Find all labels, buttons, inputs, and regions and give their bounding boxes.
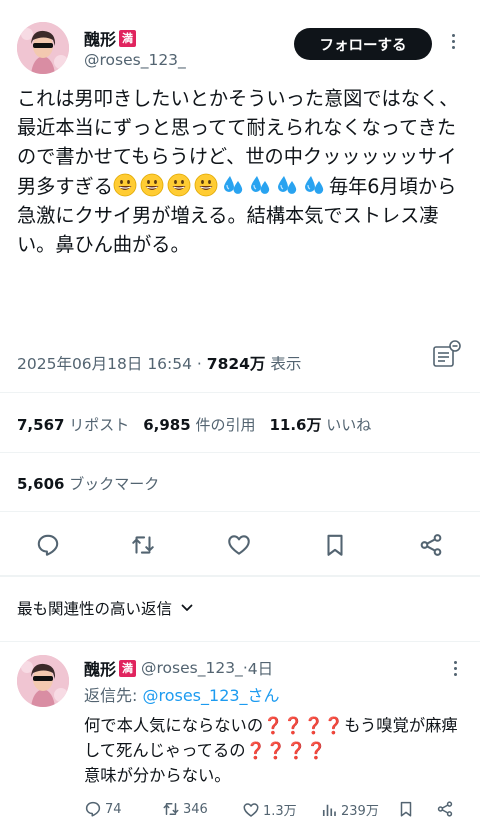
reply-to-label: 返信先: [84, 686, 143, 705]
tweet-meta: 2025年06月18日 16:54 · 7824万 表示 [17, 352, 301, 374]
reply-display-name: 醜形 [84, 660, 117, 679]
reply-like-count: 1.3万 [263, 804, 297, 819]
more-options-icon[interactable] [450, 34, 456, 49]
view-count-label: 表示 [265, 355, 302, 373]
reply-share-button[interactable] [436, 800, 454, 818]
reply-repost-count: 346 [183, 801, 208, 817]
reply-icon [37, 534, 59, 556]
divider [0, 392, 480, 393]
view-count: 7824万 [206, 355, 266, 373]
grinning-face-emoji [167, 173, 191, 197]
views-icon [322, 804, 336, 816]
avatar-image [17, 655, 69, 707]
chevron-down-icon [181, 604, 193, 611]
author-avatar[interactable] [17, 22, 69, 74]
reply-name-row[interactable]: 醜形 満 @roses_123_ · 4日 [84, 656, 273, 680]
reply-badge: 満 [119, 659, 137, 677]
share-icon [437, 801, 453, 817]
reply-handle: @roses_123_ [141, 659, 243, 677]
reply-to-line: 返信先: @roses_123_さん [84, 682, 280, 706]
question-mark-emoji: ❓❓❓❓ [245, 741, 327, 760]
bookmark-icon [327, 534, 343, 556]
heart-icon [243, 802, 259, 817]
like-button[interactable] [226, 532, 256, 562]
reply-action-bar: 74 346 1.3万 239万 [84, 800, 469, 828]
grinning-face-emoji [194, 173, 218, 197]
reply-like-button[interactable]: 1.3万 [242, 800, 297, 819]
reply-button[interactable] [35, 532, 65, 562]
repost-stat[interactable]: 7,567 リポスト [17, 416, 129, 434]
reply-reply-button[interactable]: 74 [84, 800, 122, 818]
question-mark-emoji: ❓❓❓❓ [263, 716, 345, 735]
reply-text: 何で本人気にならないの❓❓❓❓もう嗅覚が麻痺して死んじゃってるの❓❓❓❓ 意味が分… [84, 716, 458, 785]
reply-sort-dropdown[interactable]: 最も関連性の高い返信 [17, 597, 194, 619]
bookmark-icon [400, 801, 412, 817]
reply-more-options-icon[interactable] [452, 661, 458, 676]
reply-icon [85, 801, 101, 817]
reply-author-avatar[interactable] [17, 655, 69, 707]
reply-reply-count: 74 [105, 801, 122, 817]
divider [0, 575, 480, 577]
bookmark-button[interactable] [322, 532, 352, 562]
divider [0, 511, 480, 512]
quote-stat[interactable]: 6,985 件の引用 [143, 416, 255, 434]
engagement-stats: 7,567 リポスト 6,985 件の引用 11.6万 いいね [17, 414, 371, 435]
follow-button[interactable]: フォローする [294, 28, 432, 60]
share-button[interactable] [418, 532, 448, 562]
like-stat[interactable]: 11.6万 いいね [269, 416, 371, 434]
author-handle[interactable]: @roses_123_ [84, 51, 186, 69]
divider [0, 641, 480, 642]
divider [0, 452, 480, 453]
repost-button[interactable] [130, 532, 160, 562]
author-badge: 満 [119, 29, 137, 47]
reply-bookmark-button[interactable] [397, 800, 415, 818]
reply-time[interactable]: 4日 [248, 657, 273, 679]
reply-repost-button[interactable]: 346 [162, 800, 208, 818]
meta-separator: · [192, 355, 207, 373]
share-icon [420, 534, 442, 556]
tweet-timestamp[interactable]: 2025年06月18日 16:54 [17, 355, 192, 373]
avatar-image [17, 22, 69, 74]
repost-icon [163, 803, 179, 815]
author-display-name: 醜形 [84, 30, 117, 49]
tweet-text: これは男叩きしたいとかそういった意図ではなく、最近本当にずっと思ってて耐えられな… [17, 84, 469, 259]
author-name-row[interactable]: 醜形 満 [84, 26, 137, 50]
reply-views-button[interactable]: 239万 [320, 800, 379, 819]
repost-icon [132, 536, 154, 554]
reply-sort-label: 最も関連性の高い返信 [17, 600, 173, 618]
post-analytics-icon[interactable] [431, 340, 463, 370]
bookmark-stat[interactable]: 5,606 ブックマーク [17, 473, 159, 494]
sweat-droplets-emoji [275, 173, 299, 197]
grinning-face-emoji [140, 173, 164, 197]
sweat-droplets-emoji [248, 173, 272, 197]
reply-to-link[interactable]: @roses_123_さん [142, 686, 279, 705]
grinning-face-emoji [113, 173, 137, 197]
sweat-droplets-emoji [221, 173, 245, 197]
tweet-action-bar [0, 520, 480, 570]
sweat-droplets-emoji [302, 173, 326, 197]
reply-view-count: 239万 [341, 804, 379, 819]
heart-icon [228, 535, 250, 555]
